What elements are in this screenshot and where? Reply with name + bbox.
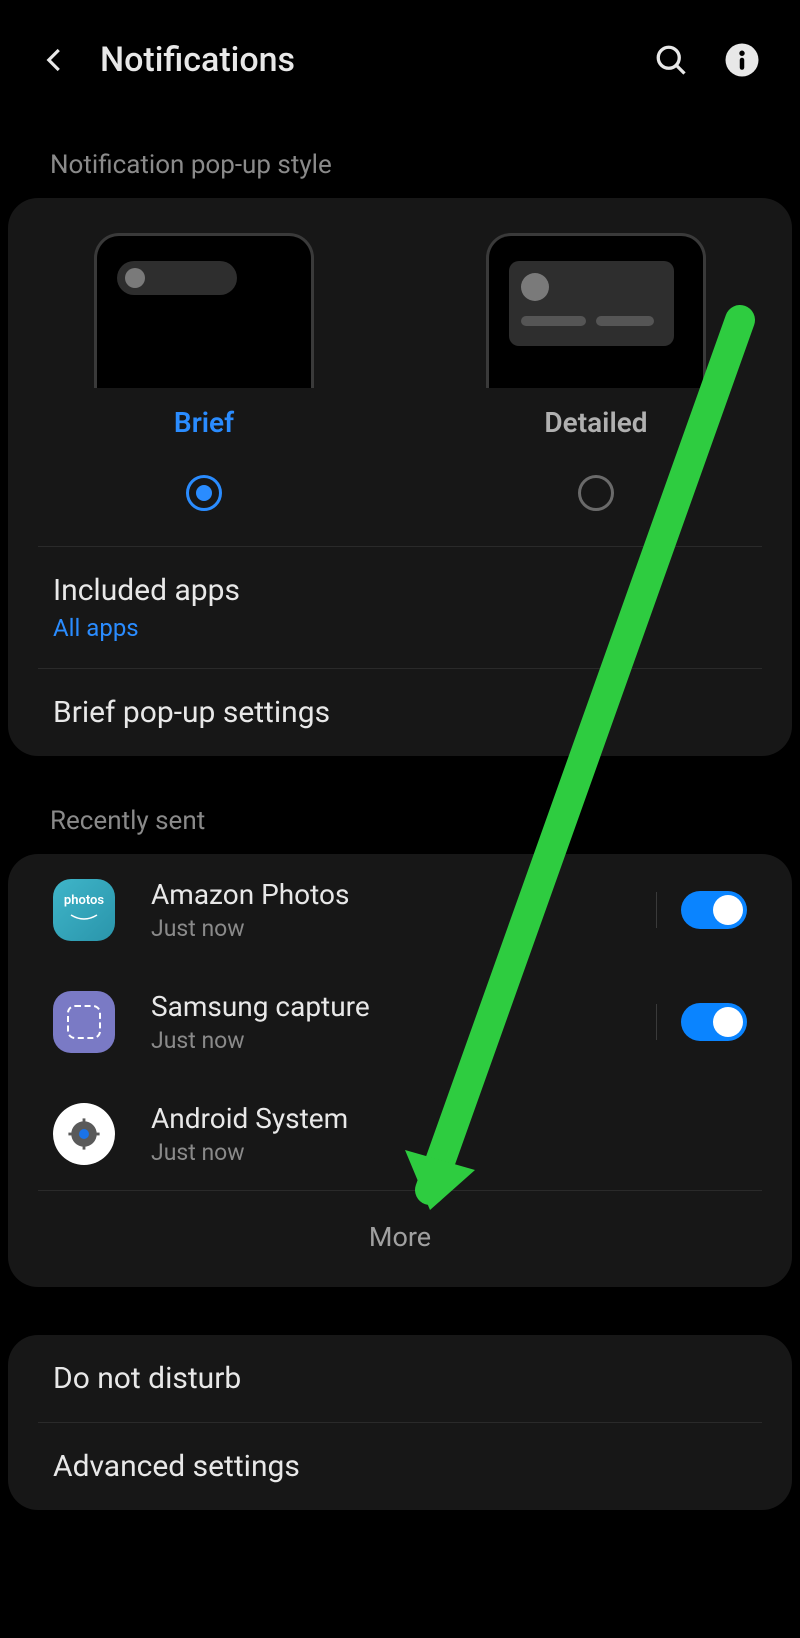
brief-preview [94,233,314,388]
other-settings-card: Do not disturb Advanced settings [8,1335,792,1510]
advanced-label: Advanced settings [53,1449,747,1484]
app-row-amazon-photos[interactable]: photos Amazon Photos Just now [8,854,792,966]
app-name: Samsung capture [151,990,620,1023]
detailed-label: Detailed [544,406,647,439]
brief-settings-row[interactable]: Brief pop-up settings [8,669,792,756]
included-apps-title: Included apps [53,573,747,608]
search-icon[interactable] [653,42,689,78]
recently-sent-card: photos Amazon Photos Just now Samsung ca… [8,854,792,1287]
android-system-icon [53,1103,115,1165]
app-row-android-system[interactable]: Android System Just now [8,1078,792,1190]
advanced-settings-row[interactable]: Advanced settings [8,1423,792,1510]
amazon-photos-icon: photos [53,879,115,941]
style-option-brief[interactable]: Brief [8,233,400,511]
back-icon[interactable] [40,45,70,75]
app-time: Just now [151,1027,620,1054]
page-title: Notifications [100,40,653,80]
included-apps-value: All apps [53,614,747,642]
app-name: Amazon Photos [151,878,620,911]
more-button[interactable]: More [8,1191,792,1287]
samsung-capture-icon [53,991,115,1053]
do-not-disturb-row[interactable]: Do not disturb [8,1335,792,1422]
brief-label: Brief [174,406,234,439]
popup-style-card: Brief Detailed Included apps All apps Br… [8,198,792,756]
detailed-preview [486,233,706,388]
toggle-samsung-capture[interactable] [681,1003,747,1041]
toggle-amazon-photos[interactable] [681,891,747,929]
dnd-label: Do not disturb [53,1361,747,1396]
app-name: Android System [151,1102,747,1135]
recently-sent-label: Recently sent [0,756,800,854]
included-apps-row[interactable]: Included apps All apps [8,547,792,668]
app-time: Just now [151,915,620,942]
app-time: Just now [151,1139,747,1166]
info-icon[interactable] [724,42,760,78]
brief-settings-label: Brief pop-up settings [53,695,747,730]
radio-detailed[interactable] [578,475,614,511]
style-option-detailed[interactable]: Detailed [400,233,792,511]
popup-style-label: Notification pop-up style [0,100,800,198]
radio-brief[interactable] [186,475,222,511]
app-row-samsung-capture[interactable]: Samsung capture Just now [8,966,792,1078]
